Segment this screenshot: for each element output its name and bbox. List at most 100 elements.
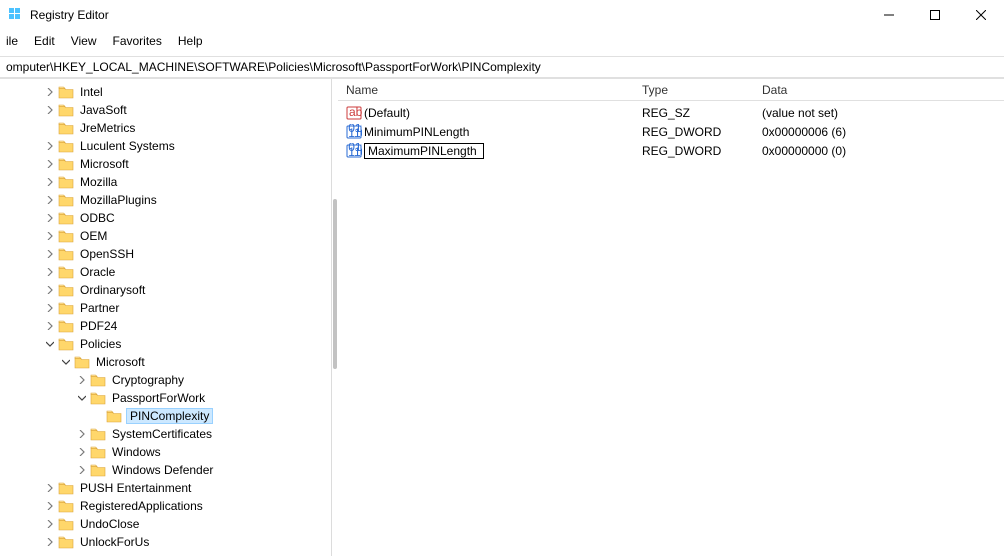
tree-item[interactable]: Mozilla <box>0 173 331 191</box>
tree-item[interactable]: Windows <box>0 443 331 461</box>
tree-item[interactable]: Oracle <box>0 263 331 281</box>
chevron-down-icon[interactable] <box>60 356 72 368</box>
tree-item[interactable]: ODBC <box>0 209 331 227</box>
address-text: omputer\HKEY_LOCAL_MACHINE\SOFTWARE\Poli… <box>6 60 541 74</box>
address-bar[interactable]: omputer\HKEY_LOCAL_MACHINE\SOFTWARE\Poli… <box>0 56 1004 78</box>
chevron-right-icon[interactable] <box>44 284 56 296</box>
folder-icon <box>58 103 74 117</box>
value-row[interactable]: 011110REG_DWORD0x00000000 (0) <box>338 141 1004 160</box>
tree-item[interactable]: UnlockForUs <box>0 533 331 551</box>
tree-item-label: Policies <box>78 337 123 351</box>
chevron-right-icon[interactable] <box>44 158 56 170</box>
tree-item[interactable]: Luculent Systems <box>0 137 331 155</box>
tree-item-label: Microsoft <box>78 157 131 171</box>
values-pane[interactable]: Name Type Data ab(Default)REG_SZ(value n… <box>338 79 1004 556</box>
tree-item[interactable]: RegisteredApplications <box>0 497 331 515</box>
folder-icon <box>58 481 74 495</box>
tree-item[interactable]: PDF24 <box>0 317 331 335</box>
tree-item-label: OEM <box>78 229 109 243</box>
value-row[interactable]: 011110MinimumPINLengthREG_DWORD0x0000000… <box>338 122 1004 141</box>
folder-icon <box>58 85 74 99</box>
chevron-right-icon[interactable] <box>44 536 56 548</box>
tree-item-label: PassportForWork <box>110 391 207 405</box>
value-row[interactable]: ab(Default)REG_SZ(value not set) <box>338 103 1004 122</box>
value-data: 0x00000000 (0) <box>754 144 1004 158</box>
chevron-right-icon[interactable] <box>76 374 88 386</box>
maximize-button[interactable] <box>912 0 958 30</box>
tree-item[interactable]: JavaSoft <box>0 101 331 119</box>
tree-item-label: Windows <box>110 445 163 459</box>
tree-item[interactable]: Microsoft <box>0 155 331 173</box>
chevron-right-icon[interactable] <box>44 518 56 530</box>
folder-icon <box>58 211 74 225</box>
chevron-right-icon[interactable] <box>44 194 56 206</box>
chevron-right-icon[interactable] <box>76 428 88 440</box>
value-name-edit[interactable] <box>364 143 484 159</box>
tree-item[interactable]: PUSH Entertainment <box>0 479 331 497</box>
tree-item[interactable]: SystemCertificates <box>0 425 331 443</box>
menu-help[interactable]: Help <box>176 32 213 50</box>
tree-item[interactable]: Cryptography <box>0 371 331 389</box>
menu-favorites[interactable]: Favorites <box>111 32 172 50</box>
tree-item-label: Intel <box>78 85 105 99</box>
folder-icon <box>58 283 74 297</box>
value-data: (value not set) <box>754 106 1004 120</box>
folder-icon <box>58 193 74 207</box>
tree-item[interactable]: Policies <box>0 335 331 353</box>
tree-item-label: PINComplexity <box>126 408 213 424</box>
folder-icon <box>58 319 74 333</box>
minimize-button[interactable] <box>866 0 912 30</box>
chevron-right-icon[interactable] <box>44 266 56 278</box>
chevron-right-icon[interactable] <box>44 230 56 242</box>
chevron-down-icon[interactable] <box>44 338 56 350</box>
close-button[interactable] <box>958 0 1004 30</box>
tree-item[interactable]: Ordinarysoft <box>0 281 331 299</box>
tree-item-label: Cryptography <box>110 373 186 387</box>
folder-icon <box>58 229 74 243</box>
col-header-type[interactable]: Type <box>634 83 754 97</box>
folder-icon <box>58 535 74 549</box>
chevron-right-icon[interactable] <box>76 446 88 458</box>
tree-item[interactable]: Microsoft <box>0 353 331 371</box>
chevron-right-icon[interactable] <box>44 482 56 494</box>
menu-view[interactable]: View <box>69 32 107 50</box>
tree-item[interactable]: UndoClose <box>0 515 331 533</box>
tree-item-label: Luculent Systems <box>78 139 177 153</box>
tree-item[interactable]: Partner <box>0 299 331 317</box>
tree-item-label: PUSH Entertainment <box>78 481 193 495</box>
chevron-right-icon[interactable] <box>44 176 56 188</box>
tree-item[interactable]: MozillaPlugins <box>0 191 331 209</box>
chevron-right-icon[interactable] <box>44 212 56 224</box>
chevron-down-icon[interactable] <box>76 392 88 404</box>
tree-item-label: UndoClose <box>78 517 141 531</box>
tree-item[interactable]: OpenSSH <box>0 245 331 263</box>
tree-item[interactable]: Windows Defender <box>0 461 331 479</box>
tree-item[interactable]: JreMetrics <box>0 119 331 137</box>
folder-icon <box>58 139 74 153</box>
chevron-right-icon[interactable] <box>44 104 56 116</box>
tree-item-label: Partner <box>78 301 121 315</box>
menu-edit[interactable]: Edit <box>32 32 65 50</box>
tree-item[interactable]: PassportForWork <box>0 389 331 407</box>
col-header-name[interactable]: Name <box>338 83 634 97</box>
folder-icon <box>58 337 74 351</box>
tree-item-label: ODBC <box>78 211 117 225</box>
tree-pane[interactable]: Intel JavaSoftJreMetrics Luculent Systems M… <box>0 79 332 556</box>
menu-file[interactable]: ile <box>4 32 28 50</box>
chevron-right-icon[interactable] <box>44 302 56 314</box>
splitter[interactable] <box>332 79 338 556</box>
col-header-data[interactable]: Data <box>754 83 1004 97</box>
tree-item[interactable]: Intel <box>0 83 331 101</box>
chevron-right-icon[interactable] <box>76 464 88 476</box>
chevron-right-icon[interactable] <box>44 86 56 98</box>
chevron-right-icon[interactable] <box>44 140 56 152</box>
svg-text:ab: ab <box>349 105 362 119</box>
chevron-right-icon[interactable] <box>44 248 56 260</box>
chevron-right-icon[interactable] <box>44 500 56 512</box>
tree-item[interactable]: OEM <box>0 227 331 245</box>
tree-item[interactable]: PINComplexity <box>0 407 331 425</box>
value-name: (Default) <box>364 106 410 120</box>
tree-item-label: Mozilla <box>78 175 119 189</box>
chevron-right-icon[interactable] <box>44 320 56 332</box>
tree-item-label: SystemCertificates <box>110 427 214 441</box>
